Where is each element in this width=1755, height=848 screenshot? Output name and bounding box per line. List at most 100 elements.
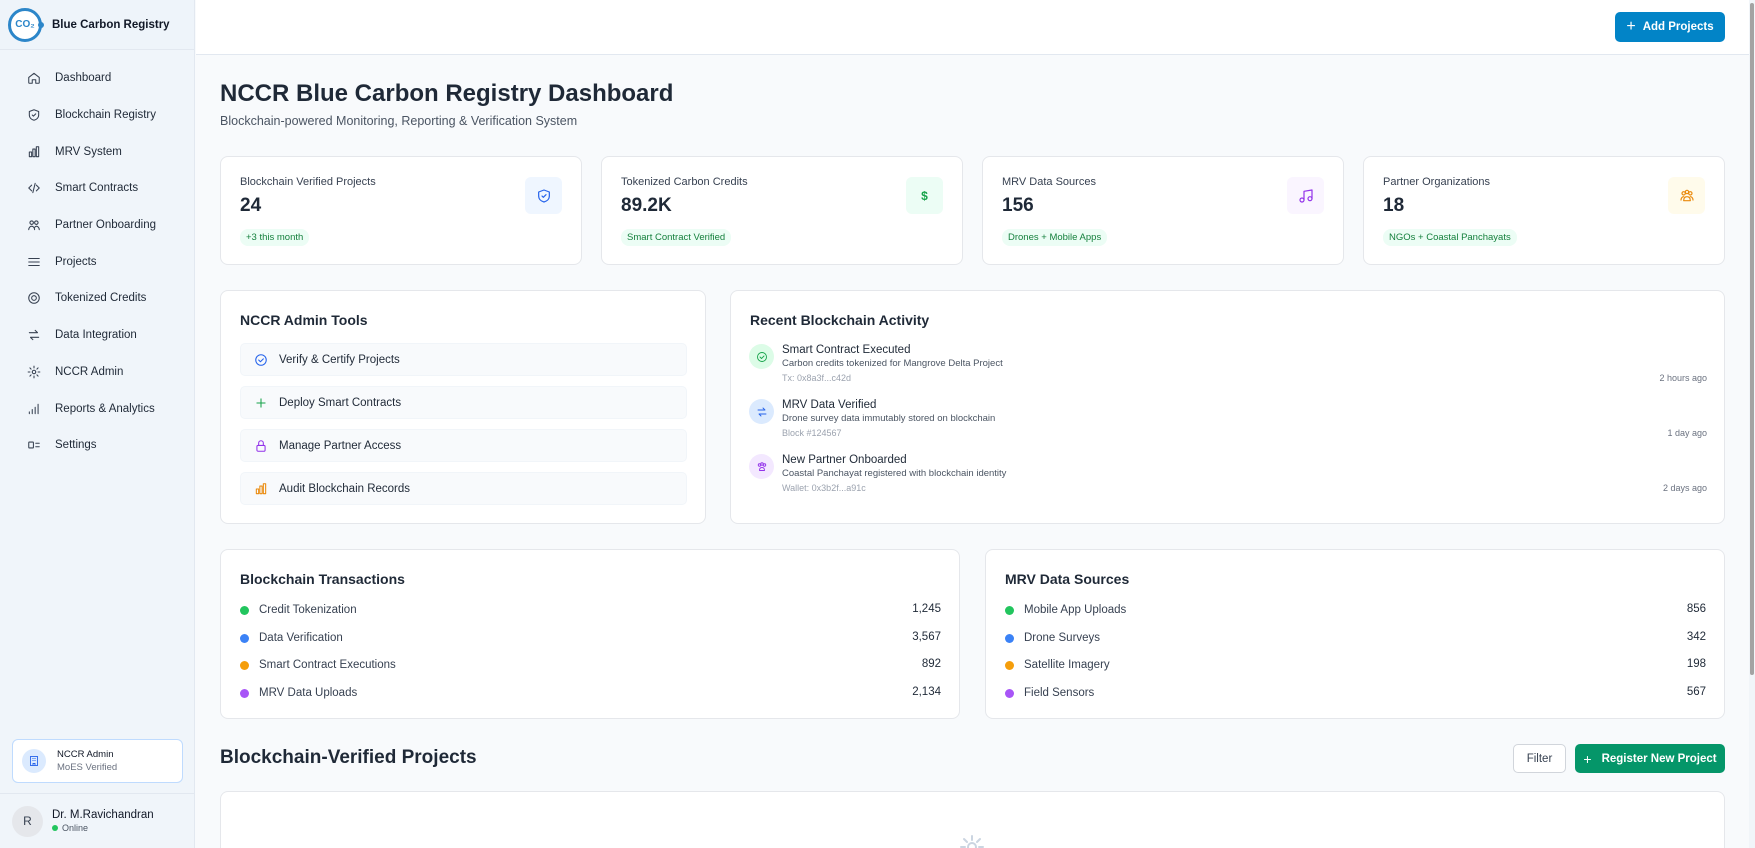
building-icon <box>22 749 46 773</box>
sidebar-item-smart-contracts[interactable]: Smart Contracts <box>0 170 194 207</box>
purple-dot-icon <box>1005 688 1014 698</box>
plus-icon <box>253 395 268 410</box>
audit-records-button[interactable]: Audit Blockchain Records <box>240 472 687 505</box>
row-label: Field Sensors <box>1024 687 1095 699</box>
manage-partner-access-button[interactable]: Manage Partner Access <box>240 429 687 462</box>
admin-subtitle: MoES Verified <box>57 762 118 773</box>
page-subtitle: Blockchain-powered Monitoring, Reporting… <box>220 114 578 128</box>
tool-label: Verify & Certify Projects <box>279 353 400 366</box>
admin-tools-title: NCCR Admin Tools <box>240 312 368 328</box>
arrows-icon <box>26 327 42 343</box>
activity-desc: Drone survey data immutably stored on bl… <box>782 413 996 424</box>
check-circle-icon <box>253 352 268 367</box>
transactions-panel: Blockchain Transactions Credit Tokenizat… <box>220 549 960 719</box>
green-dot-icon <box>1005 605 1014 615</box>
tool-label: Deploy Smart Contracts <box>279 396 402 409</box>
blue-dot-icon <box>240 633 249 643</box>
check-circle-icon <box>749 344 774 369</box>
arrows-icon <box>749 399 774 424</box>
projects-section-title: Blockchain-Verified Projects <box>220 747 477 768</box>
admin-card[interactable]: NCCR Admin MoES Verified <box>12 739 183 783</box>
gear-icon <box>26 364 42 380</box>
coin-icon <box>26 290 42 306</box>
shield-icon <box>26 107 42 123</box>
sidebar-item-partner-onboarding[interactable]: Partner Onboarding <box>0 207 194 244</box>
sidebar-item-reports-analytics[interactable]: Reports & Analytics <box>0 390 194 427</box>
tool-label: Audit Blockchain Records <box>279 482 411 495</box>
sidebar-item-label: Partner Onboarding <box>55 219 157 232</box>
home-icon <box>26 70 42 86</box>
online-dot-icon <box>52 825 58 831</box>
dollar-icon: $ <box>906 177 943 214</box>
row-label: Credit Tokenization <box>259 604 357 616</box>
sidebar-item-tokenized-credits[interactable]: Tokenized Credits <box>0 280 194 317</box>
list-item: Field Sensors <box>1005 685 1094 701</box>
list-item: Mobile App Uploads <box>1005 602 1126 618</box>
activity-desc: Coastal Panchayat registered with blockc… <box>782 468 1007 479</box>
activity-title: MRV Data Verified <box>782 399 877 411</box>
activity-title: Smart Contract Executed <box>782 344 911 356</box>
activity-meta: Wallet: 0x3b2f...a91c <box>782 483 866 493</box>
user-name: Dr. M.Ravichandran <box>52 809 154 821</box>
list-item: Satellite Imagery <box>1005 657 1110 673</box>
sidebar-item-projects[interactable]: Projects <box>0 243 194 280</box>
sidebar-item-label: Data Integration <box>55 329 137 342</box>
list-item: MRV Data Uploads <box>240 685 357 701</box>
scrollbar-thumb[interactable] <box>1750 3 1754 675</box>
add-projects-button[interactable]: + Add Projects <box>1615 12 1725 42</box>
activity-item[interactable]: MRV Data Verified Drone survey data immu… <box>749 399 1707 443</box>
stat-label: Blockchain Verified Projects <box>240 176 376 188</box>
sidebar-item-label: Dashboard <box>55 72 112 85</box>
group-icon <box>749 454 774 479</box>
user-status-label: Online <box>62 823 89 833</box>
bar-chart-icon <box>26 144 42 160</box>
activity-meta: Tx: 0x8a3f...c42d <box>782 373 852 383</box>
row-value: 3,567 <box>912 631 941 643</box>
filter-button[interactable]: Filter <box>1513 744 1566 773</box>
sidebar-item-label: Tokenized Credits <box>55 292 147 305</box>
stat-badge: Smart Contract Verified <box>621 229 732 246</box>
verify-certify-button[interactable]: Verify & Certify Projects <box>240 343 687 376</box>
transactions-title: Blockchain Transactions <box>240 571 405 587</box>
green-dot-icon <box>240 605 249 615</box>
users-icon <box>26 217 42 233</box>
avatar: R <box>12 805 43 837</box>
sidebar-item-label: Blockchain Registry <box>55 109 156 122</box>
user-status: Online <box>52 823 154 833</box>
sidebar-item-blockchain-registry[interactable]: Blockchain Registry <box>0 97 194 134</box>
sidebar-item-data-integration[interactable]: Data Integration <box>0 317 194 354</box>
stat-value: 24 <box>240 195 262 216</box>
user-profile[interactable]: R Dr. M.Ravichandran Online <box>0 793 195 848</box>
sidebar-item-label: Smart Contracts <box>55 182 139 195</box>
logo-icon: CO₂ <box>8 7 44 42</box>
stat-card-carbon-credits: Tokenized Carbon Credits 89.2K Smart Con… <box>601 156 963 265</box>
stat-card-mrv-sources: MRV Data Sources 156 Drones + Mobile App… <box>982 156 1344 265</box>
row-value: 567 <box>1686 686 1706 698</box>
register-project-button[interactable]: + Register New Project <box>1575 744 1725 773</box>
deploy-contracts-button[interactable]: Deploy Smart Contracts <box>240 386 687 419</box>
list-item: Drone Surveys <box>1005 630 1100 646</box>
activity-time: 1 day ago <box>1667 428 1707 438</box>
activity-meta: Block #124567 <box>782 428 842 438</box>
row-label: Data Verification <box>259 632 343 644</box>
orange-dot-icon <box>240 660 249 670</box>
sidebar-item-label: Settings <box>55 439 97 452</box>
page-title: NCCR Blue Carbon Registry Dashboard <box>220 80 674 107</box>
orange-dot-icon <box>1005 660 1014 670</box>
purple-dot-icon <box>240 688 249 698</box>
brand[interactable]: CO₂ Blue Carbon Registry <box>0 0 194 50</box>
lock-icon <box>253 438 268 453</box>
activity-item[interactable]: New Partner Onboarded Coastal Panchayat … <box>749 454 1707 498</box>
admin-name: NCCR Admin <box>57 749 114 760</box>
list-icon <box>26 254 42 270</box>
plus-icon: + <box>1583 750 1592 767</box>
row-label: MRV Data Uploads <box>259 687 358 699</box>
sidebar-item-dashboard[interactable]: Dashboard <box>0 60 194 97</box>
sidebar-item-settings[interactable]: Settings <box>0 427 194 464</box>
sidebar-item-nccr-admin[interactable]: NCCR Admin <box>0 354 194 391</box>
add-projects-label: Add Projects <box>1642 21 1714 33</box>
activity-item[interactable]: Smart Contract Executed Carbon credits t… <box>749 344 1707 388</box>
sidebar-item-mrv-system[interactable]: MRV System <box>0 133 194 170</box>
sidebar-nav: Dashboard Blockchain Registry MRV System… <box>0 60 194 464</box>
activity-title: Recent Blockchain Activity <box>750 312 930 328</box>
